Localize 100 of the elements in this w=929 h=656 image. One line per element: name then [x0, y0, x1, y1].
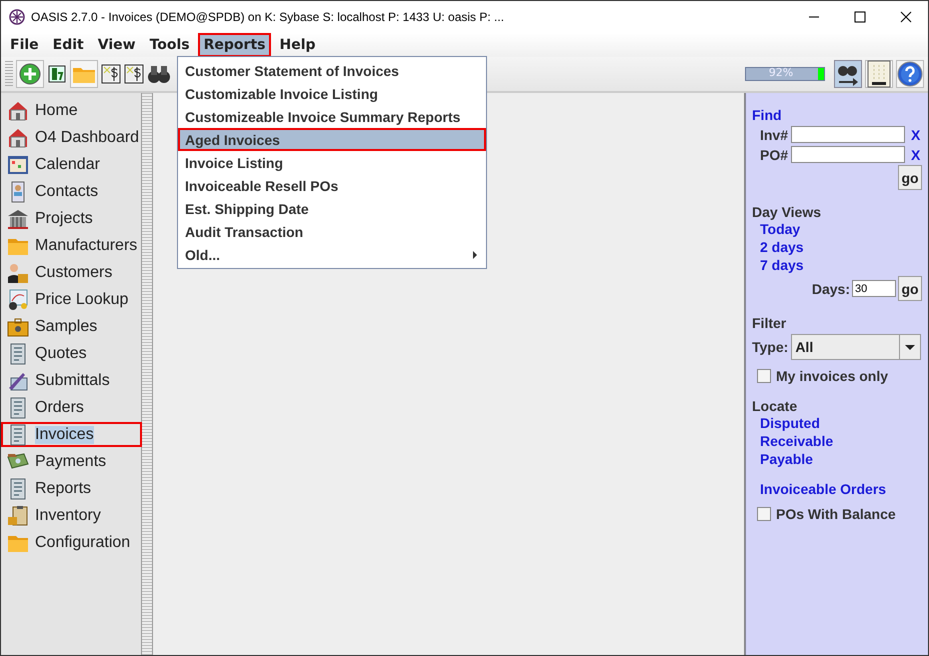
sidebar-item[interactable]: Orders	[1, 395, 142, 420]
sidebar-item[interactable]: Submittals	[1, 368, 142, 393]
close-icon[interactable]	[900, 11, 912, 23]
menu-item[interactable]: Audit Transaction	[178, 220, 486, 243]
go-button[interactable]: go	[898, 276, 922, 301]
menu-item[interactable]: Edit	[46, 33, 90, 57]
sidebar-item[interactable]: Inventory	[1, 503, 142, 528]
maximize-icon[interactable]	[854, 11, 866, 23]
dollar-icon[interactable]	[101, 64, 121, 84]
checkbox[interactable]	[757, 507, 771, 521]
menu-item[interactable]: Reports	[198, 33, 272, 57]
sidebar-item[interactable]: Reports	[1, 476, 142, 501]
field-label: PO#	[758, 146, 788, 162]
help-button[interactable]	[896, 60, 924, 88]
sidebar-label: Customers	[35, 264, 112, 282]
sidebar-label: Home	[35, 102, 78, 120]
sidebar-item[interactable]: Invoices	[1, 422, 142, 447]
sidebar-label: Inventory	[35, 506, 101, 524]
days-field[interactable]: 30	[852, 280, 896, 297]
link[interactable]: Receivable	[752, 432, 924, 450]
sidebar-label: Projects	[35, 210, 93, 228]
sidebar-item[interactable]: Calendar	[1, 152, 142, 177]
menu-item[interactable]: Invoiceable Resell POs	[178, 174, 486, 197]
checkbox-label: My invoices only	[776, 368, 888, 384]
sidebar-item[interactable]: Home	[1, 98, 142, 123]
link[interactable]: Disputed	[752, 414, 924, 432]
panel-button[interactable]	[865, 60, 893, 88]
sidebar-label: O4 Dashboard	[35, 128, 140, 146]
find-button[interactable]	[834, 60, 862, 88]
sidebar-item[interactable]: Customers	[1, 260, 142, 285]
sidebar-item[interactable]: Quotes	[1, 341, 142, 366]
briefcase-icon	[7, 316, 29, 338]
sidebar-label: Contacts	[35, 182, 98, 200]
sidebar-label: Reports	[35, 480, 92, 498]
type-dropdown[interactable]: All	[791, 334, 922, 360]
menu-item[interactable]: View	[92, 33, 142, 57]
sidebar-item[interactable]: O4 Dashboard	[1, 125, 142, 150]
link[interactable]: 7 days	[752, 256, 924, 274]
sidebar-label: Samples	[35, 318, 98, 336]
splitter-handle[interactable]	[142, 93, 153, 655]
checkbox[interactable]	[757, 369, 771, 383]
sidebar-item[interactable]: Price Lookup	[1, 287, 142, 312]
person-icon	[7, 262, 29, 284]
menu-item[interactable]: Customer Statement of Invoices	[178, 59, 486, 82]
sidebar-label: Configuration	[35, 534, 130, 552]
dollar-icon[interactable]	[124, 64, 144, 84]
menu-item[interactable]: Customizeable Invoice Summary Reports	[178, 105, 486, 128]
link[interactable]: Invoiceable Orders	[752, 480, 924, 498]
toolbar-grip[interactable]	[5, 61, 13, 87]
section-title: Filter	[752, 315, 788, 331]
submenu-arrow-icon	[472, 250, 478, 258]
window-title: OASIS 2.7.0 - Invoices (DEMO@SPDB) on K: Sybase S: localhost P: 1433 U: oasis P: ...	[31, 10, 504, 24]
input-field[interactable]	[791, 146, 905, 163]
document-icon[interactable]	[47, 64, 67, 84]
link[interactable]: 2 days	[752, 238, 924, 256]
sidebar-item[interactable]: Projects	[1, 206, 142, 231]
menu-item[interactable]: Est. Shipping Date	[178, 197, 486, 220]
checkbox-label: POs With Balance	[776, 506, 896, 522]
menu-item[interactable]: Customizable Invoice Listing	[178, 82, 486, 105]
clear-link[interactable]: X	[911, 146, 920, 162]
sidebar-item[interactable]: Configuration	[1, 530, 142, 555]
menu-item[interactable]: Aged Invoices	[178, 128, 486, 151]
input-field[interactable]	[791, 126, 905, 143]
section-title: Locate	[752, 398, 798, 414]
menu-item[interactable]: Old...	[178, 243, 486, 266]
house-icon	[7, 100, 29, 122]
go-button[interactable]: go	[898, 165, 922, 190]
sidebar-label: Invoices	[35, 426, 94, 444]
add-button[interactable]	[16, 60, 44, 88]
calendar-icon	[7, 154, 29, 176]
binoculars-icon[interactable]	[147, 63, 171, 85]
sidebar-label: Submittals	[35, 372, 110, 390]
sidebar-item[interactable]: Samples	[1, 314, 142, 339]
sidebar-label: Orders	[35, 398, 84, 416]
section-title: Day Views	[752, 204, 822, 220]
house-icon	[7, 126, 29, 148]
menu-item[interactable]: File	[4, 33, 45, 57]
sidebar-item[interactable]: Contacts	[1, 179, 142, 204]
menu-item[interactable]: Tools	[144, 33, 196, 57]
building-icon	[7, 208, 29, 230]
memory-reading: 92%	[768, 66, 794, 79]
clipboard-icon	[7, 504, 29, 526]
field-label: Days:	[812, 280, 850, 296]
sidebar-item[interactable]: Manufacturers	[1, 233, 142, 258]
section-title: Find	[752, 107, 783, 123]
link[interactable]: Payable	[752, 450, 924, 468]
field-label: Inv#	[758, 126, 788, 142]
clear-link[interactable]: X	[911, 126, 920, 142]
sidebar-label: Quotes	[35, 344, 87, 362]
sidebar-item[interactable]: Payments	[1, 449, 142, 474]
menu-item[interactable]: Help	[273, 33, 322, 57]
menu-item[interactable]: Invoice Listing	[178, 151, 486, 174]
sidebar-label: Calendar	[35, 156, 100, 174]
sidebar-label: Manufacturers	[35, 236, 138, 254]
field-label: Type:	[752, 339, 788, 355]
chart-icon	[7, 288, 29, 310]
sidebar-label: Payments	[35, 452, 106, 470]
app-logo-icon	[9, 9, 25, 25]
link[interactable]: Today	[752, 220, 924, 238]
sidebar-label: Price Lookup	[35, 290, 128, 308]
